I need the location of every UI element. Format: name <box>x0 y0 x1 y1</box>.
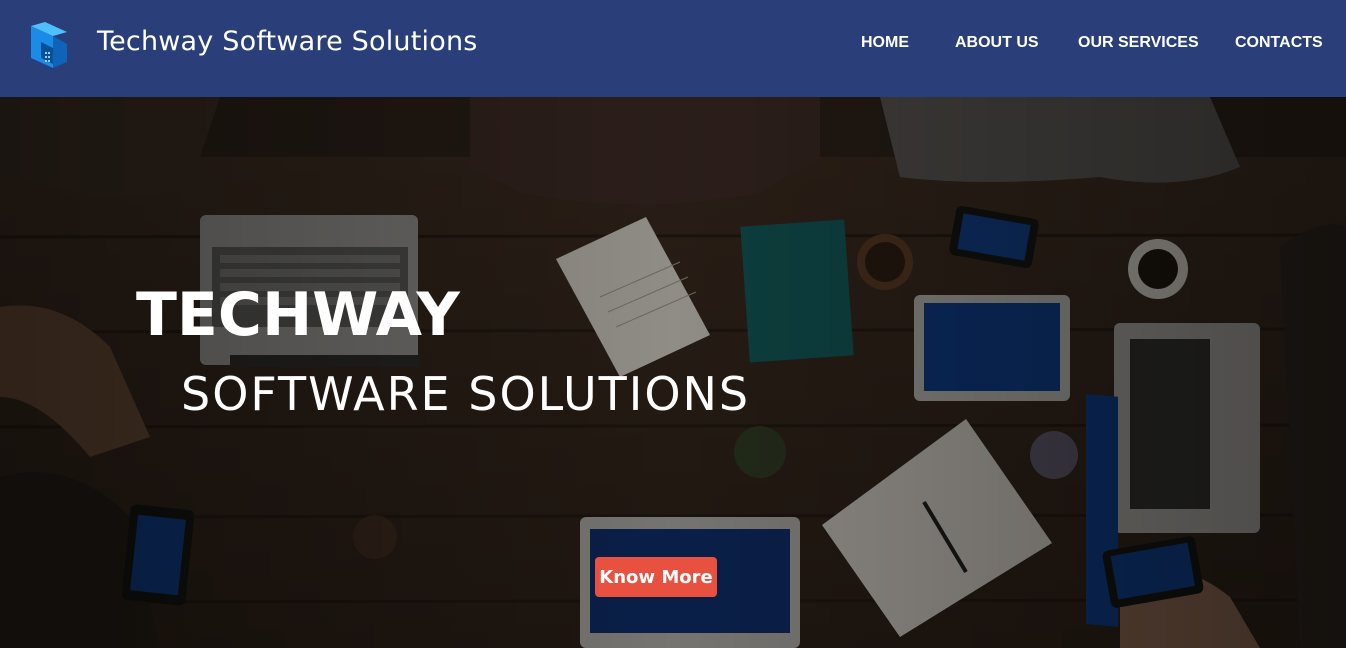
main-nav: HOME ABOUT US OUR SERVICES CONTACTS <box>0 34 1346 58</box>
nav-about-us[interactable]: ABOUT US <box>955 34 1039 52</box>
nav-home[interactable]: HOME <box>861 34 909 52</box>
hero-subtitle: SOFTWARE SOLUTIONS <box>181 367 751 421</box>
know-more-button[interactable]: Know More <box>595 557 717 597</box>
hero-title: TECHWAY <box>136 280 460 350</box>
nav-our-services[interactable]: OUR SERVICES <box>1078 34 1199 52</box>
hero-section: TECHWAY SOFTWARE SOLUTIONS Know More <box>0 97 1346 648</box>
site-header: Techway Software Solutions HOME ABOUT US… <box>0 0 1346 97</box>
nav-contacts[interactable]: CONTACTS <box>1235 34 1323 52</box>
